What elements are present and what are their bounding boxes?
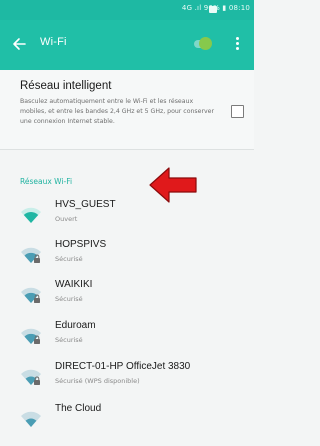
network-name: DIRECT-01-HP OfficeJet 3830 bbox=[55, 361, 191, 372]
smart-network-checkbox[interactable] bbox=[231, 105, 244, 118]
wifi-secured-icon bbox=[21, 369, 41, 385]
more-options-icon[interactable] bbox=[236, 37, 240, 51]
page-title: Wi-Fi bbox=[40, 36, 67, 48]
network-item-waikiki[interactable]: WAIKIKI Sécurisé bbox=[0, 273, 254, 313]
network-item-direct-hp[interactable]: DIRECT-01-HP OfficeJet 3830 Sécurisé (WP… bbox=[0, 355, 254, 395]
network-name: The Cloud bbox=[55, 403, 102, 414]
toggle-thumb bbox=[199, 37, 212, 50]
red-arrow-annotation bbox=[149, 167, 197, 203]
wifi-signal-icon bbox=[21, 207, 41, 223]
network-item-hvs-guest[interactable]: HVS_GUEST Ouvert bbox=[0, 193, 254, 233]
status-bar: 4G .ıl 96% ▮ 08:10 bbox=[0, 0, 254, 20]
app-bar: Wi-Fi bbox=[0, 20, 254, 70]
wifi-secured-icon bbox=[21, 328, 41, 344]
divider bbox=[0, 149, 254, 150]
smart-network-setting[interactable]: Réseau intelligent Basculez automatiquem… bbox=[0, 70, 254, 149]
network-name: HVS_GUEST bbox=[55, 199, 116, 210]
wifi-secured-icon bbox=[21, 247, 41, 263]
network-name: Eduroam bbox=[55, 320, 96, 331]
wifi-signal-icon bbox=[21, 411, 41, 427]
smart-network-title: Réseau intelligent bbox=[20, 80, 112, 92]
network-status: Sécurisé bbox=[55, 336, 83, 344]
network-name: WAIKIKI bbox=[55, 279, 93, 290]
network-item-eduroam[interactable]: Eduroam Sécurisé bbox=[0, 314, 254, 354]
wifi-toggle[interactable] bbox=[194, 37, 212, 51]
network-item-the-cloud[interactable]: The Cloud bbox=[0, 397, 254, 437]
network-name: HOPSPIVS bbox=[55, 239, 107, 250]
wifi-secured-icon bbox=[21, 287, 41, 303]
smart-network-description: Basculez automatiquement entre le Wi-Fi … bbox=[20, 98, 215, 125]
status-indicators: 4G .ıl 96% ▮ 08:10 bbox=[181, 4, 250, 12]
networks-section-title: Réseaux Wi-Fi bbox=[20, 177, 73, 186]
network-status: Sécurisé (WPS disponible) bbox=[55, 377, 140, 385]
network-status: Sécurisé bbox=[55, 295, 83, 303]
network-status: Ouvert bbox=[55, 215, 78, 223]
network-item-hopspivs[interactable]: HOPSPIVS Sécurisé bbox=[0, 233, 254, 273]
back-arrow-icon[interactable] bbox=[10, 34, 30, 54]
network-status: Sécurisé bbox=[55, 255, 83, 263]
